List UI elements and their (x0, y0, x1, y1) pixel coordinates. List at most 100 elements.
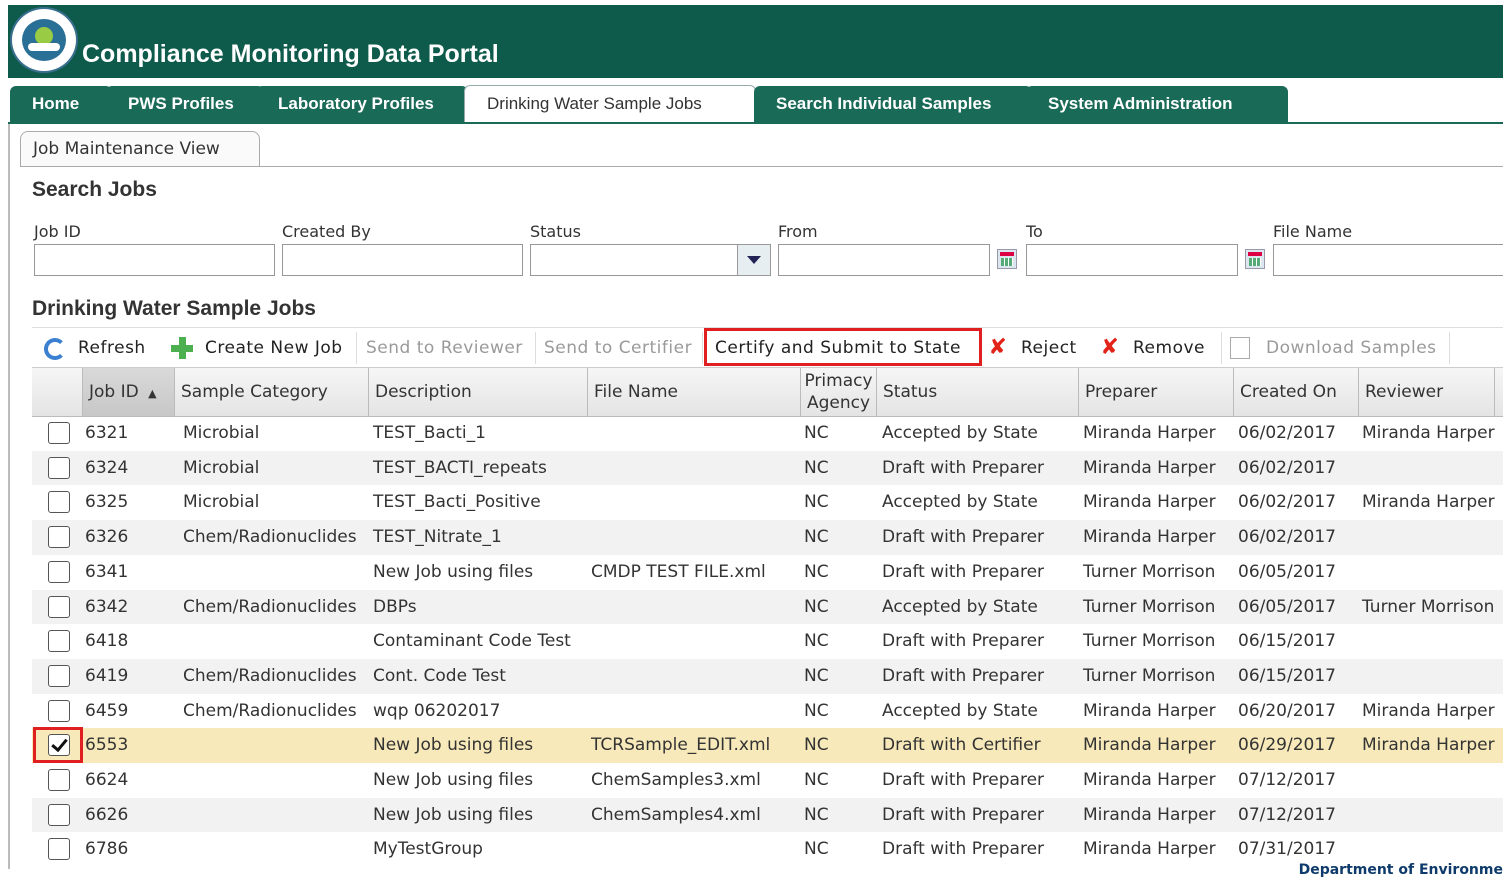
created-by-label: Created By (282, 222, 371, 241)
to-calendar-icon[interactable] (1245, 249, 1265, 269)
send-to-reviewer-button[interactable]: Send to Reviewer (366, 328, 523, 368)
job-id-cell: 6624 (85, 770, 129, 790)
tab-drinking-water-sample-jobs[interactable]: Drinking Water Sample Jobs (464, 85, 756, 123)
table-row[interactable]: 6321 Microbial TEST_Bacti_1 NC Accepted by S… (32, 416, 1503, 451)
col-file-name[interactable]: File Name (587, 368, 800, 416)
created-on-cell: 06/02/2017 (1238, 527, 1336, 548)
app-title: Compliance Monitoring Data Portal (82, 40, 499, 68)
table-row[interactable]: 6326 Chem/Radionuclides TEST_Nitrate_1 NC Dr… (32, 520, 1503, 555)
col-created-on[interactable]: Created On (1233, 368, 1358, 416)
reviewer-cell: Miranda Harper (1362, 700, 1495, 721)
table-row[interactable]: 6341 New Job using files CMDP TEST FILE.xm… (32, 555, 1503, 590)
col-description[interactable]: Description (368, 368, 587, 416)
tab-system-administration[interactable]: System Administration (1026, 86, 1288, 122)
status-cell: Draft with Preparer (882, 527, 1045, 548)
agency-cell: NC (804, 457, 829, 478)
table-row[interactable]: 6418 Contaminant Code Test NC Draft with Pr… (32, 624, 1503, 659)
description-cell: New Job using files (373, 561, 534, 582)
sort-asc-icon: ▲ (148, 387, 157, 400)
select-all-header (32, 368, 82, 416)
description-cell: TEST_Bacti_1 (373, 423, 486, 443)
grid-header: Job ID ▲ Sample Category Description Fil… (32, 367, 1503, 417)
table-row[interactable]: 6324 Microbial TEST_BACTI_repeats NC Draft w… (32, 450, 1503, 486)
table-row[interactable]: 6342 Chem/Radionuclides DBPs NC Accepted by … (32, 589, 1503, 625)
reject-label: Reject (1021, 338, 1077, 358)
grid-title: Drinking Water Sample Jobs (32, 297, 316, 320)
table-row[interactable]: 6419 Chem/Radionuclides Cont. Code Test NC D… (32, 658, 1503, 694)
row-checkbox[interactable] (48, 630, 70, 653)
send-to-certifier-button[interactable]: Send to Certifier (544, 328, 692, 368)
status-cell: Accepted by State (882, 423, 1038, 443)
file-name-input[interactable] (1273, 244, 1503, 276)
created-on-cell: 06/15/2017 (1238, 665, 1336, 686)
created-on-cell: 06/29/2017 (1238, 735, 1336, 756)
refresh-label: Refresh (78, 338, 146, 358)
job-id-cell: 6553 (85, 735, 129, 756)
refresh-icon (44, 338, 66, 360)
created-on-cell: 06/02/2017 (1238, 492, 1336, 513)
description-cell: New Job using files (373, 770, 534, 790)
table-row[interactable]: 6325 Microbial TEST_Bacti_Positive NC Accept… (32, 485, 1503, 520)
col-agency-label: Agency (806, 393, 871, 413)
col-primacy-agency[interactable]: Primacy Agency (800, 368, 876, 416)
row-checkbox[interactable] (48, 491, 70, 514)
table-row[interactable]: 6626 New Job using files ChemSamples4.xml N… (32, 797, 1503, 833)
job-id-cell: 6419 (85, 665, 129, 686)
to-date-input[interactable] (1026, 244, 1238, 276)
preparer-cell: Miranda Harper (1083, 527, 1216, 548)
row-checkbox[interactable] (48, 560, 70, 583)
agency-seal-logo (10, 7, 78, 73)
status-cell: Draft with Preparer (882, 839, 1045, 860)
row-checkbox[interactable] (48, 664, 70, 687)
description-cell: Cont. Code Test (373, 665, 506, 686)
chevron-down-icon[interactable] (737, 245, 770, 275)
preparer-cell: Turner Morrison (1083, 596, 1216, 617)
tab-laboratory-profiles[interactable]: Laboratory Profiles (256, 86, 468, 122)
job-id-cell: 6786 (85, 839, 129, 860)
status-cell: Draft with Preparer (882, 804, 1045, 825)
tab-pws-profiles[interactable]: PWS Profiles (106, 86, 264, 122)
tab-job-maintenance-view[interactable]: Job Maintenance View (20, 131, 260, 167)
col-preparer[interactable]: Preparer (1078, 368, 1233, 416)
category-cell: Chem/Radionuclides (183, 665, 357, 686)
agency-cell: NC (804, 631, 829, 652)
agency-cell: NC (804, 527, 829, 548)
from-date-input[interactable] (778, 244, 990, 276)
description-cell: wqp 06202017 (373, 700, 501, 721)
description-cell: New Job using files (373, 804, 534, 825)
status-select[interactable] (530, 244, 771, 276)
from-calendar-icon[interactable] (997, 249, 1017, 269)
row-checkbox[interactable] (48, 595, 70, 618)
col-sample-category[interactable]: Sample Category (174, 368, 368, 416)
row-checkbox[interactable] (48, 456, 70, 479)
col-status[interactable]: Status (876, 368, 1078, 416)
category-cell: Chem/Radionuclides (183, 596, 357, 617)
table-row[interactable]: 6786 MyTestGroup NC Draft with Preparer Mira… (32, 832, 1503, 867)
job-id-input[interactable] (34, 244, 275, 276)
table-row[interactable]: 6459 Chem/Radionuclides wqp 06202017 NC Acce… (32, 694, 1503, 729)
row-checkbox[interactable] (48, 838, 70, 861)
tab-home[interactable]: Home (10, 86, 112, 122)
tab-search-individual-samples[interactable]: Search Individual Samples (754, 86, 1032, 122)
preparer-cell: Miranda Harper (1083, 457, 1216, 478)
row-checkbox[interactable] (48, 769, 70, 791)
status-cell: Accepted by State (882, 596, 1038, 617)
table-row[interactable]: 6624 New Job using files ChemSamples3.xml N… (32, 763, 1503, 798)
agency-cell: NC (804, 561, 829, 582)
table-row[interactable]: 6553 New Job using files TCRSample_EDIT.xm… (32, 728, 1503, 763)
preparer-cell: Miranda Harper (1083, 839, 1216, 860)
col-job-id[interactable]: Job ID ▲ (82, 368, 174, 416)
checkbox-highlight-box (33, 727, 83, 763)
preparer-cell: Turner Morrison (1083, 665, 1216, 686)
preparer-cell: Turner Morrison (1083, 631, 1216, 652)
description-cell: TEST_Bacti_Positive (373, 492, 541, 513)
row-checkbox[interactable] (48, 699, 70, 722)
col-reviewer[interactable]: Reviewer (1358, 368, 1494, 416)
row-checkbox[interactable] (48, 422, 70, 444)
row-checkbox[interactable] (48, 526, 70, 549)
row-checkbox[interactable] (48, 803, 70, 826)
agency-cell: NC (804, 804, 829, 825)
red-x-icon: ✘ (1100, 335, 1120, 360)
created-by-input[interactable] (282, 244, 523, 276)
created-on-cell: 06/20/2017 (1238, 700, 1336, 721)
